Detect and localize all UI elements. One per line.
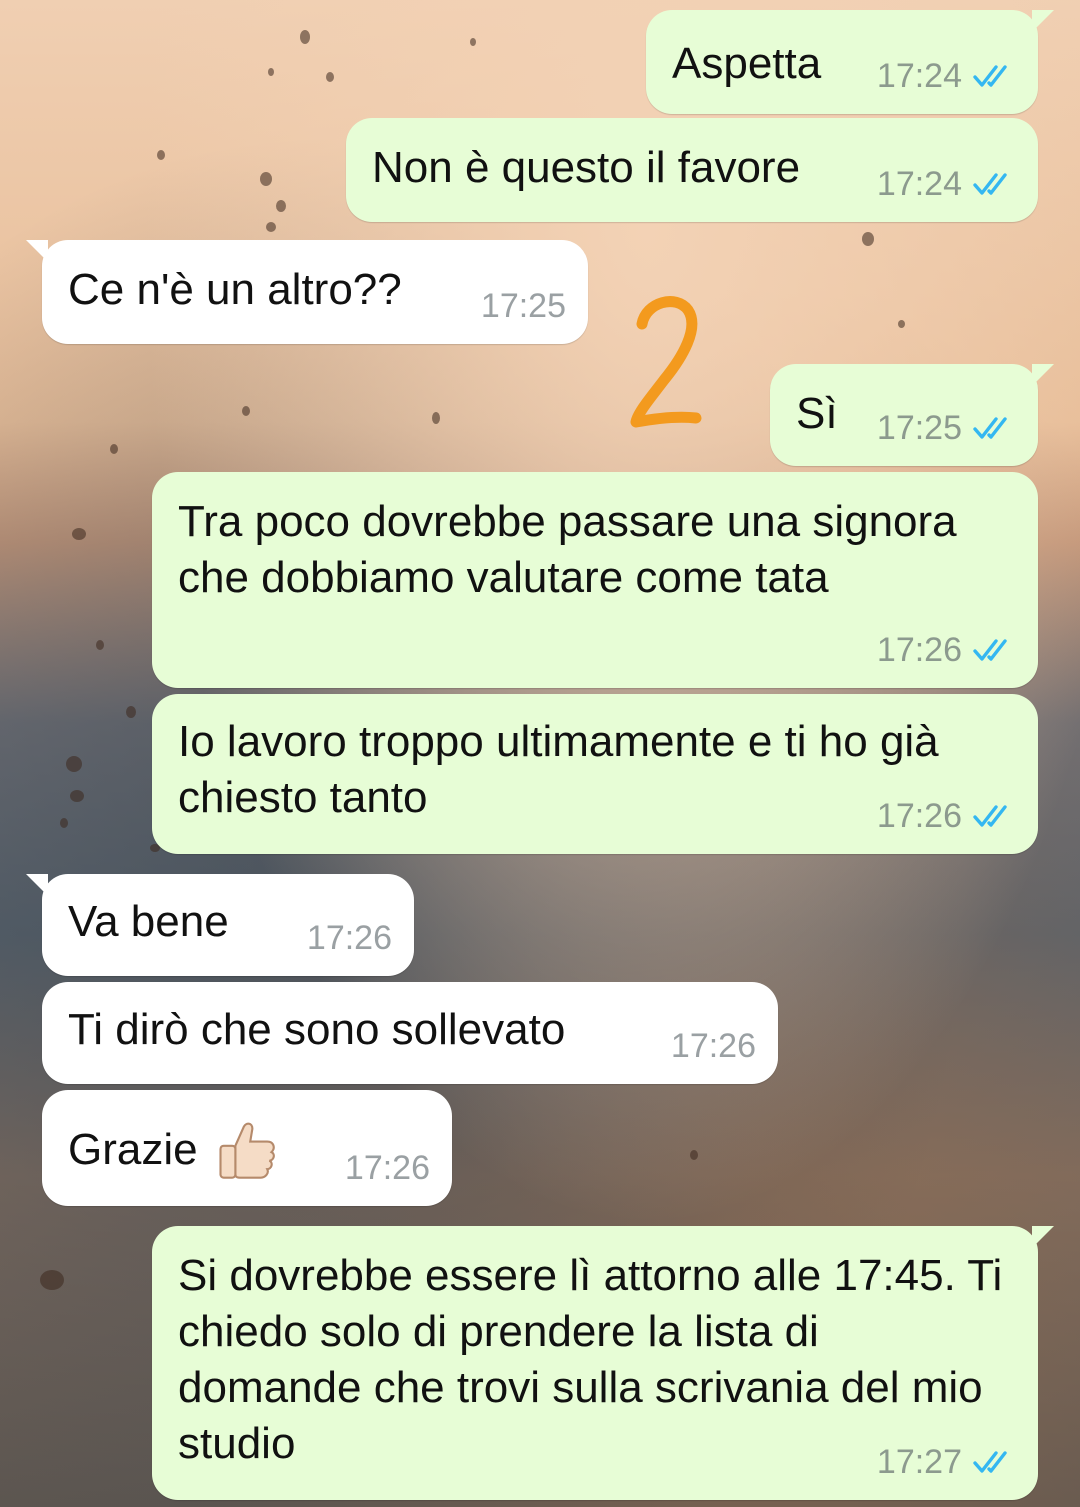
message-time: 17:24 [876,165,962,203]
message-text: Va bene [68,897,229,946]
message-bubble-outgoing[interactable]: Sì 17:25 [770,364,1054,466]
message-time: 17:25 [876,409,962,447]
message-text: Aspetta [672,39,822,88]
message-text: Non è questo il favore [372,143,801,192]
message-text-content: Grazie [68,1125,198,1174]
message-time: 17:26 [670,1027,756,1065]
message-meta: 17:25 [481,278,566,334]
message-bubble-outgoing[interactable]: Non è questo il favore 17:24 [346,118,1038,222]
message-time: 17:26 [344,1149,430,1187]
message-meta: 17:26 [345,1140,430,1196]
message-meta: 17:26 [877,788,1016,844]
message-bubble-outgoing[interactable]: Si dovrebbe essere lì attorno alle 17:45… [152,1226,1054,1500]
message-time: 17:26 [306,919,392,957]
message-text: Ce n'è un altro?? [68,265,402,314]
message-meta: 17:26 [877,622,1016,678]
message-text: Sì [796,389,838,438]
message-meta: 17:26 [671,1018,756,1074]
double-check-icon [973,639,1007,661]
message-text: Tra poco dovrebbe passare una signora ch… [178,497,969,602]
message-meta: 17:25 [877,400,1016,456]
message-bubble-incoming[interactable]: Grazie 17:26 [42,1090,452,1206]
message-bubble-outgoing[interactable]: Io lavoro troppo ultimamente e ti ho già… [152,694,1038,854]
annotation-number [630,296,702,428]
message-bubble-outgoing[interactable]: Tra poco dovrebbe passare una signora ch… [152,472,1038,688]
message-time: 17:26 [876,797,962,835]
message-time: 17:27 [876,1443,962,1481]
message-meta: 17:24 [877,156,1016,212]
message-time: 17:26 [876,631,962,669]
message-bubble-incoming[interactable]: Va bene 17:26 [26,874,414,976]
message-text: Ti dirò che sono sollevato [68,1005,566,1054]
message-text: Grazie [68,1116,280,1184]
message-meta: 17:26 [307,910,392,966]
double-check-icon [973,417,1007,439]
message-bubble-incoming[interactable]: Ce n'è un altro?? 17:25 [26,240,588,344]
message-meta: 17:27 [877,1434,1016,1490]
message-bubble-outgoing[interactable]: Aspetta 17:24 [646,10,1054,114]
double-check-icon [973,805,1007,827]
message-time: 17:25 [480,287,566,325]
double-check-icon [973,1451,1007,1473]
thumbs-up-emoji [219,1122,275,1179]
double-check-icon [973,173,1007,195]
message-bubble-incoming[interactable]: Ti dirò che sono sollevato 17:26 [42,982,778,1084]
chat-conversation: Aspetta 17:24 Non è questo il favore 17:… [0,0,1080,1507]
double-check-icon [973,65,1007,87]
message-meta: 17:24 [877,48,1016,104]
message-time: 17:24 [876,57,962,95]
